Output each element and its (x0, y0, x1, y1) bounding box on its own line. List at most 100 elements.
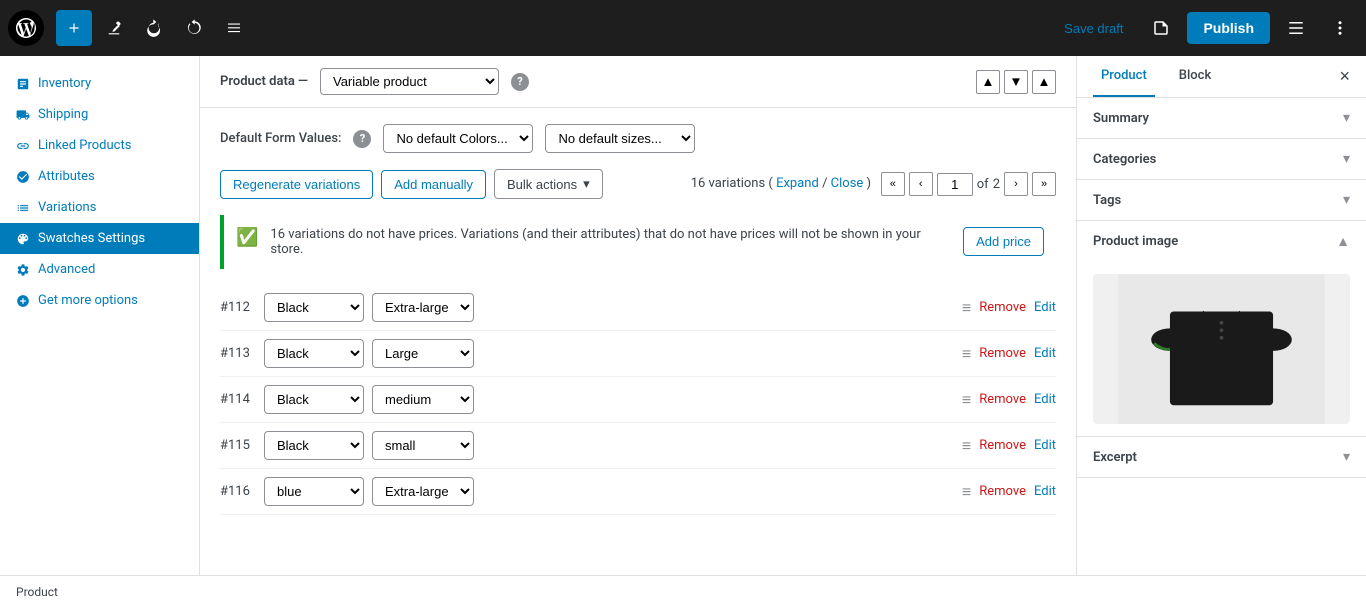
redo-button[interactable] (176, 10, 212, 46)
excerpt-title: Excerpt (1093, 450, 1137, 465)
swatches-icon (16, 232, 30, 246)
more-options-sidebar-icon (16, 294, 30, 308)
expand-link[interactable]: Expand (776, 176, 819, 191)
undo-icon (145, 19, 163, 37)
edit-variation-link[interactable]: Edit (1034, 392, 1056, 407)
product-image (1093, 274, 1350, 424)
product-image-container[interactable] (1093, 274, 1350, 424)
tab-product[interactable]: Product (1093, 56, 1155, 97)
settings-toggle-button[interactable] (1278, 10, 1314, 46)
help-icon[interactable]: ? (511, 73, 529, 91)
remove-variation-link[interactable]: Remove (979, 438, 1026, 453)
pencil-icon (105, 19, 123, 37)
remove-variation-link[interactable]: Remove (979, 300, 1026, 315)
more-options-button[interactable] (1322, 10, 1358, 46)
panel-section-excerpt-header[interactable]: Excerpt ▾ (1077, 437, 1366, 477)
panel-section-tags-header[interactable]: Tags ▾ (1077, 180, 1366, 220)
variation-size-select[interactable]: Large Extra-largeLargemediumsmall (372, 339, 474, 368)
variation-color-select[interactable]: Black Blackblueredwhite (264, 385, 364, 414)
variation-id: #116 (220, 484, 256, 499)
table-row: #115 Black Blackblueredwhite small Extra… (220, 423, 1056, 469)
header-arrows: ▲ ▼ ▲ (976, 70, 1056, 94)
wordpress-icon (16, 18, 36, 38)
collapse-up-button[interactable]: ▲ (976, 70, 1000, 94)
remove-variation-link[interactable]: Remove (979, 484, 1026, 499)
variation-size-select[interactable]: Extra-large Extra-largeLargemediumsmall (372, 477, 474, 506)
bulk-actions-button[interactable]: Bulk actions ▾ (494, 169, 603, 199)
link-icon (16, 139, 30, 153)
table-row: #116 blue Blackblueredwhite Extra-large … (220, 469, 1056, 515)
edit-variation-link[interactable]: Edit (1034, 484, 1056, 499)
close-link[interactable]: Close (831, 176, 864, 191)
variation-size-select[interactable]: Extra-large Extra-largeLargemediumsmall (372, 293, 474, 322)
save-draft-button[interactable]: Save draft (1052, 15, 1135, 42)
product-data-header: Product data — Variable product Simple p… (200, 56, 1076, 108)
edit-variation-link[interactable]: Edit (1034, 438, 1056, 453)
panel-section-excerpt: Excerpt ▾ (1077, 437, 1366, 478)
product-type-select[interactable]: Variable product Simple product Grouped … (320, 68, 499, 95)
sidebar-item-get-more-options[interactable]: Get more options (0, 285, 199, 316)
variation-id: #113 (220, 346, 256, 361)
publish-button[interactable]: Publish (1187, 12, 1270, 44)
default-form-help-icon[interactable]: ? (353, 130, 371, 148)
sidebar-item-swatches-settings[interactable]: Swatches Settings (0, 223, 199, 254)
sidebar-item-variations-label: Variations (38, 200, 96, 215)
prev-page-button[interactable]: ‹ (909, 172, 933, 196)
variation-color-select[interactable]: Black Blackblueredwhite (264, 339, 364, 368)
list-view-icon (225, 19, 243, 37)
panel-section-product-image-header[interactable]: Product image ▲ (1077, 221, 1366, 262)
expand-button[interactable]: ▲ (1032, 70, 1056, 94)
sidebar-item-inventory[interactable]: Inventory (0, 68, 199, 99)
wp-logo (8, 10, 44, 46)
panel-close-button[interactable]: × (1339, 66, 1350, 87)
sidebar-item-advanced[interactable]: Advanced (0, 254, 199, 285)
redo-icon (185, 19, 203, 37)
undo-button[interactable] (136, 10, 172, 46)
regenerate-variations-button[interactable]: Regenerate variations (220, 170, 373, 199)
sidebar-item-attributes[interactable]: Attributes (0, 161, 199, 192)
page-number-input[interactable] (937, 173, 973, 196)
more-options-icon (1331, 19, 1349, 37)
product-image-toggle-icon: ▲ (1336, 233, 1350, 250)
main-layout: Inventory Shipping Linked Products Attri… (0, 56, 1366, 607)
tags-toggle-icon: ▾ (1343, 192, 1350, 208)
categories-title: Categories (1093, 152, 1156, 167)
variation-size-select[interactable]: medium Extra-largeLargemediumsmall (372, 385, 474, 414)
add-price-button[interactable]: Add price (963, 227, 1044, 256)
edit-variation-link[interactable]: Edit (1034, 300, 1056, 315)
excerpt-toggle-icon: ▾ (1343, 449, 1350, 465)
sidebar-item-linked-products-label: Linked Products (38, 138, 131, 153)
variation-color-select[interactable]: blue Blackblueredwhite (264, 477, 364, 506)
notice-check-icon: ✅ (236, 227, 258, 248)
top-toolbar: Save draft Publish (0, 0, 1366, 56)
add-block-button[interactable] (56, 10, 92, 46)
panel-section-categories-header[interactable]: Categories ▾ (1077, 139, 1366, 179)
variation-color-select[interactable]: Black Blackblueredwhite (264, 293, 364, 322)
sidebar-item-variations[interactable]: Variations (0, 192, 199, 223)
shipping-icon (16, 108, 30, 122)
remove-variation-link[interactable]: Remove (979, 392, 1026, 407)
default-sizes-select[interactable]: No default sizes... (545, 124, 695, 153)
default-colors-select[interactable]: No default Colors... (383, 124, 533, 153)
list-view-button[interactable] (216, 10, 252, 46)
last-page-button[interactable]: » (1032, 172, 1056, 196)
panel-section-categories: Categories ▾ (1077, 139, 1366, 180)
next-page-button[interactable]: › (1004, 172, 1028, 196)
panel-section-summary-header[interactable]: Summary ▾ (1077, 98, 1366, 138)
remove-variation-link[interactable]: Remove (979, 346, 1026, 361)
variation-size-select[interactable]: small Extra-largeLargemediumsmall (372, 431, 474, 460)
settings-icon (1287, 19, 1305, 37)
add-manually-button[interactable]: Add manually (381, 170, 486, 199)
sidebar-item-shipping[interactable]: Shipping (0, 99, 199, 130)
bulk-actions-chevron-icon: ▾ (583, 176, 590, 192)
collapse-down-button[interactable]: ▼ (1004, 70, 1028, 94)
left-sidebar: Inventory Shipping Linked Products Attri… (0, 56, 200, 607)
variation-color-select[interactable]: Black Blackblueredwhite (264, 431, 364, 460)
tab-block[interactable]: Block (1171, 56, 1219, 97)
sidebar-item-linked-products[interactable]: Linked Products (0, 130, 199, 161)
first-page-button[interactable]: « (881, 172, 905, 196)
edit-button[interactable] (96, 10, 132, 46)
variation-rows-container: #112 Black Blackblueredwhite Extra-large… (220, 285, 1056, 515)
preview-button[interactable] (1143, 10, 1179, 46)
edit-variation-link[interactable]: Edit (1034, 346, 1056, 361)
